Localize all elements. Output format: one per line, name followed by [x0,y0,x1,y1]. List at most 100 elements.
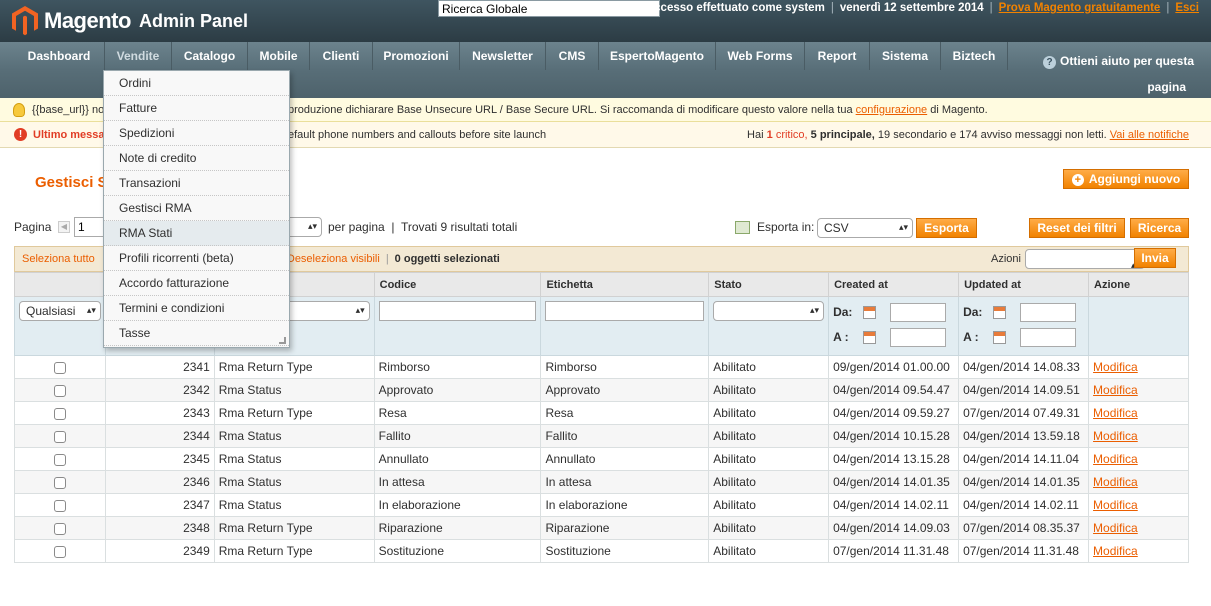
nav-espertomagento[interactable]: EspertoMagento [599,42,716,70]
edit-link[interactable]: Modifica [1093,475,1138,489]
updated-to-input[interactable] [1020,327,1077,347]
help-line-2: pagina [1147,80,1186,94]
table-row[interactable]: 2341 Rma Return Type Rimborso Rimborso Abili… [14,355,1189,379]
cell-created-at: 04/gen/2014 09.54.47 [828,378,960,402]
table-row[interactable]: 2349 Rma Return Type Sostituzione Sostituzi… [14,539,1189,563]
actions-select[interactable]: ▴▾ [1025,249,1145,270]
label-filter-input[interactable] [545,301,705,321]
nav-report[interactable]: Report [805,42,870,70]
row-checkbox[interactable] [53,545,66,558]
cell-label: Riparazione [540,516,710,540]
nav-clienti[interactable]: Clienti [310,42,373,70]
column-header-select[interactable] [14,272,106,297]
updated-from-input[interactable] [1020,302,1077,322]
deselect-visible-link[interactable]: Deseleziona visibili [287,253,380,265]
previous-page-icon[interactable]: ◀ [58,221,70,233]
all-notifications-link[interactable]: Vai alle notifiche [1110,129,1189,141]
table-row[interactable]: 2342 Rma Status Approvato Approvato Abilitat… [14,378,1189,402]
reset-filter-button[interactable]: Reset dei filtri [1029,218,1125,238]
page-number-input[interactable] [74,217,106,237]
submit-action-button[interactable]: Invia [1134,248,1176,268]
calendar-icon[interactable] [863,330,877,344]
nav-vendite[interactable]: Vendite [105,42,172,70]
table-row[interactable]: 2343 Rma Return Type Resa Resa Abilitato 04/g… [14,401,1189,425]
help-link[interactable]: ? Ottieni aiuto per questa pagina [1043,48,1203,100]
created-from-input[interactable] [890,302,947,322]
menu-item-accordo-fatturazione[interactable]: Accordo fatturazione [104,271,289,296]
nav-web-forms[interactable]: Web Forms [716,42,805,70]
table-row[interactable]: 2348 Rma Return Type Riparazione Riparazion… [14,516,1189,540]
global-search-input[interactable] [438,0,660,17]
edit-link[interactable]: Modifica [1093,452,1138,466]
column-header-status[interactable]: Stato [708,272,830,297]
edit-link[interactable]: Modifica [1093,498,1138,512]
nav-dashboard[interactable]: Dashboard [14,42,105,70]
edit-link[interactable]: Modifica [1093,383,1138,397]
nav-promozioni[interactable]: Promozioni [373,42,460,70]
export-format-select[interactable]: CSV ▴▾ [817,218,913,238]
menu-item-ordini[interactable]: Ordini [104,71,289,96]
menu-item-fatture[interactable]: Fatture [104,96,289,121]
cell-status: Abilitato [708,493,830,517]
menu-item-note-di-credito[interactable]: Note di credito [104,146,289,171]
edit-link[interactable]: Modifica [1093,521,1138,535]
calendar-icon[interactable] [993,330,1007,344]
cell-label: In elaborazione [540,493,710,517]
row-checkbox[interactable] [53,499,66,512]
cell-created-at: 04/gen/2014 10.15.28 [828,424,960,448]
nav-newsletter[interactable]: Newsletter [460,42,546,70]
menu-item-spedizioni[interactable]: Spedizioni [104,121,289,146]
row-checkbox[interactable] [53,361,66,374]
nav-sistema[interactable]: Sistema [870,42,941,70]
nav-biztech[interactable]: Biztech [941,42,1008,70]
configuration-link[interactable]: configurazione [856,104,928,116]
menu-item-termini-e-condizioni[interactable]: Termini e condizioni [104,296,289,321]
export-icon [735,221,750,234]
table-row[interactable]: 2345 Rma Status Annullato Annullato Abilitat… [14,447,1189,471]
nav-cms[interactable]: CMS [546,42,599,70]
cell-id: 2346 [104,470,215,494]
edit-link[interactable]: Modifica [1093,360,1138,374]
column-header-code[interactable]: Codice [373,272,542,297]
cell-updated-at: 04/gen/2014 14.08.33 [958,355,1090,379]
calendar-icon[interactable] [863,305,877,319]
row-checkbox[interactable] [53,384,66,397]
row-checkbox[interactable] [53,453,66,466]
menu-item-gestisci-rma[interactable]: Gestisci RMA [104,196,289,221]
table-row[interactable]: 2346 Rma Status In attesa In attesa Abilitat… [14,470,1189,494]
try-magento-link[interactable]: Prova Magento gratuitamente [999,2,1161,14]
menu-item-profili-ricorrenti[interactable]: Profili ricorrenti (beta) [104,246,289,271]
select-all-link[interactable]: Seleziona tutto [22,253,95,265]
column-header-created-at[interactable]: Created at [828,272,960,297]
logout-link[interactable]: Esci [1175,2,1199,14]
select-filter[interactable]: Qualsiasi ▴▾ [19,301,101,321]
row-checkbox[interactable] [53,522,66,535]
table-row[interactable]: 2347 Rma Status In elaborazione In elaboraz… [14,493,1189,517]
edit-link[interactable]: Modifica [1093,406,1138,420]
edit-link[interactable]: Modifica [1093,544,1138,558]
row-checkbox[interactable] [53,407,66,420]
search-button[interactable]: Ricerca [1130,218,1189,238]
cell-id: 2348 [104,516,215,540]
nav-catalogo[interactable]: Catalogo [172,42,248,70]
column-header-updated-at[interactable]: Updated at [958,272,1090,297]
edit-link[interactable]: Modifica [1093,429,1138,443]
calendar-icon[interactable] [993,305,1007,319]
magento-logo[interactable]: Magento Admin Panel [12,5,248,37]
menu-item-transazioni[interactable]: Transazioni [104,171,289,196]
table-row[interactable]: 2344 Rma Status Fallito Fallito Abilitato 04/… [14,424,1189,448]
action-cell: Modifica [1088,378,1189,402]
nav-mobile[interactable]: Mobile [248,42,310,70]
menu-item-tasse[interactable]: Tasse [104,321,289,346]
menu-item-rma-stati[interactable]: RMA Stati [104,221,289,246]
created-to-input[interactable] [890,327,947,347]
status-filter-select[interactable]: ▴▾ [713,301,825,321]
export-button[interactable]: Esporta [916,218,977,238]
cell-created-at: 04/gen/2014 14.09.03 [828,516,960,540]
code-filter-input[interactable] [378,301,537,321]
column-header-label[interactable]: Etichetta [540,272,710,297]
add-new-button[interactable]: + Aggiungi nuovo [1063,169,1189,189]
row-checkbox[interactable] [53,476,66,489]
row-checkbox[interactable] [53,430,66,443]
plus-icon: + [1071,174,1084,186]
